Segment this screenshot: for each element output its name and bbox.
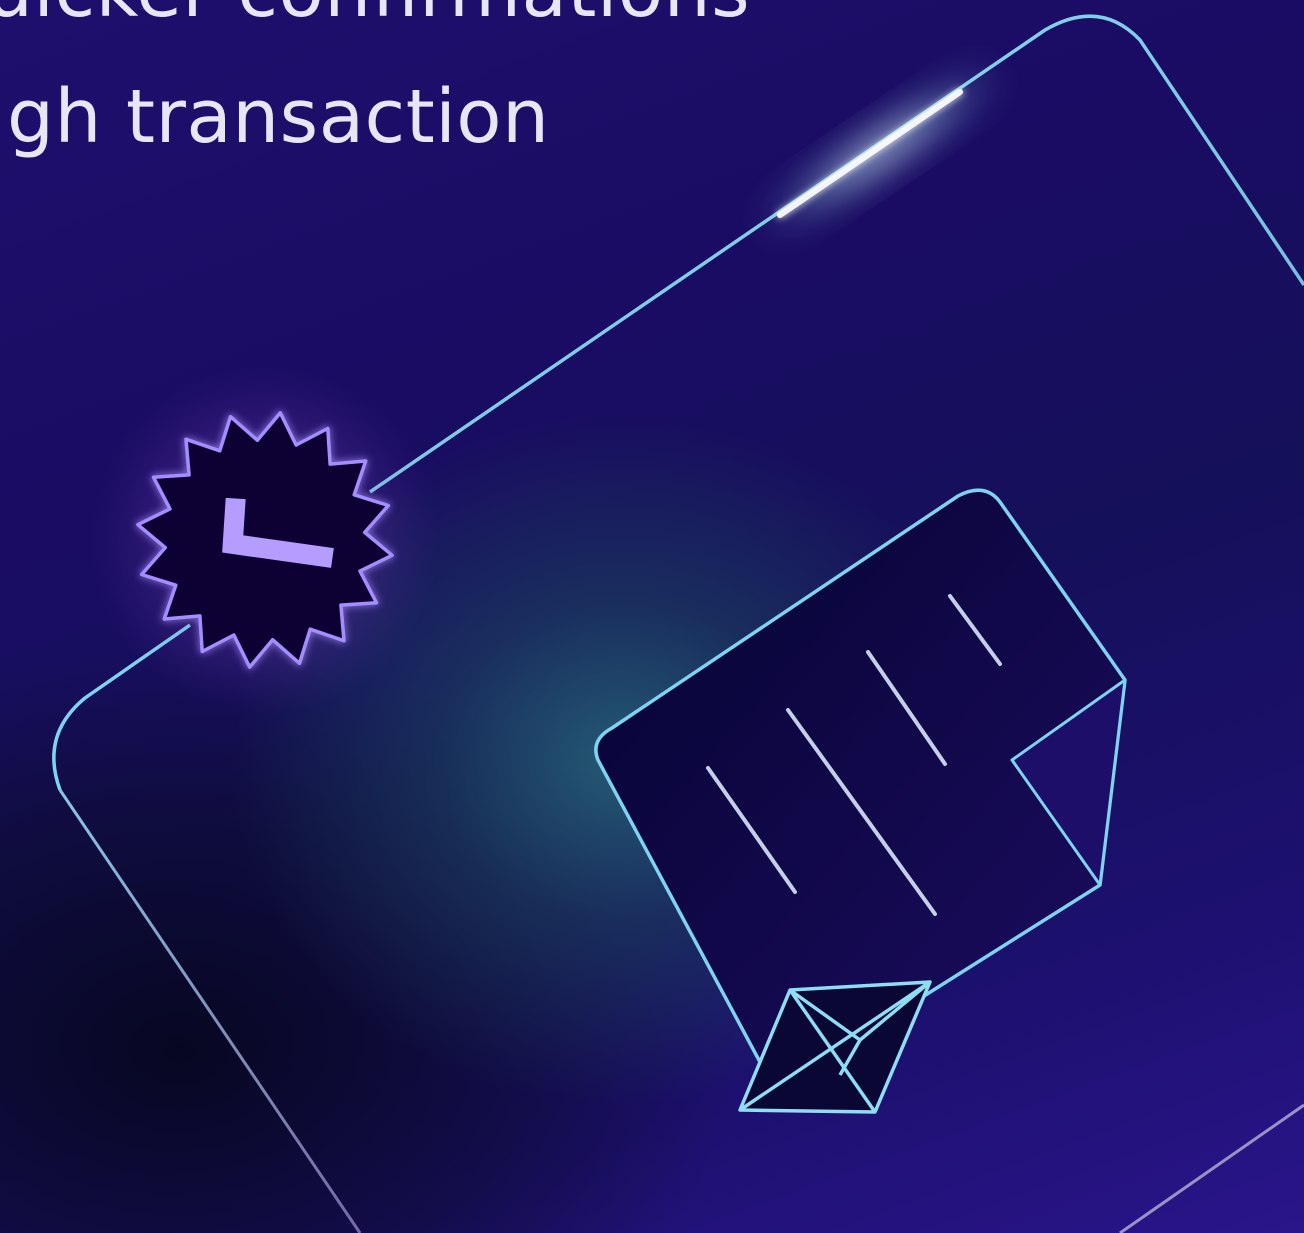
illustration-stage: uicker confirmations igh transaction (0, 0, 1304, 1233)
edge-glare (755, 64, 1005, 236)
verified-check-badge-icon (90, 365, 440, 715)
card-illustration (52, 14, 1304, 1233)
